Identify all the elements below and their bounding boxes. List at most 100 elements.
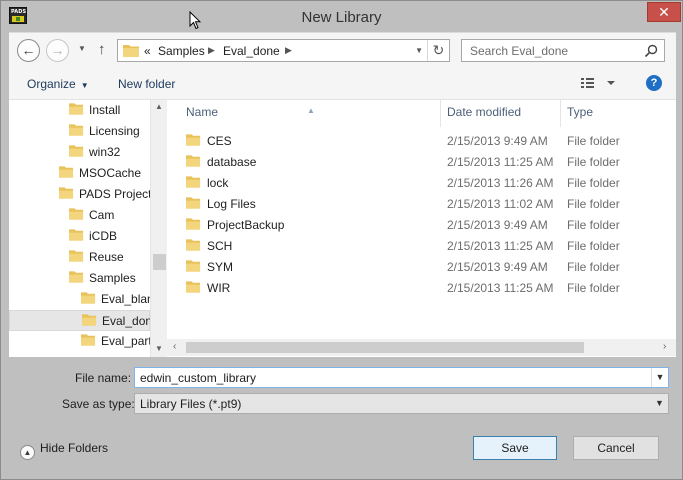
folder-icon bbox=[69, 228, 84, 242]
tree-item[interactable]: Eval_parti bbox=[9, 331, 150, 352]
folder-icon bbox=[69, 249, 84, 263]
folder-icon bbox=[81, 333, 96, 347]
address-bar[interactable]: « Samples ▶ Eval_done ▶ ▼ ↻ bbox=[117, 39, 450, 62]
tree-item[interactable]: PADS Project bbox=[9, 184, 150, 205]
file-list-horizontal-scrollbar[interactable]: ‹ › bbox=[167, 339, 676, 356]
file-name-value: edwin_custom_library bbox=[140, 371, 257, 385]
scrollbar-thumb[interactable] bbox=[153, 254, 166, 270]
tree-item[interactable]: Cam bbox=[9, 205, 150, 226]
tree-item-label: Cam bbox=[89, 208, 115, 222]
tree-item[interactable]: Install bbox=[9, 100, 150, 121]
up-button[interactable]: ↑ bbox=[98, 41, 106, 58]
chevron-right-icon[interactable]: ▶ bbox=[208, 45, 215, 56]
folder-icon bbox=[69, 102, 84, 116]
column-header-name[interactable]: Name ▲ bbox=[167, 100, 440, 127]
column-header-type[interactable]: Type bbox=[548, 100, 676, 127]
tree-item[interactable]: MSOCache bbox=[9, 163, 150, 184]
close-button[interactable]: ✕ bbox=[647, 2, 681, 22]
chevron-right-icon[interactable]: ▶ bbox=[285, 45, 292, 56]
column-name-label: Name bbox=[186, 105, 219, 119]
tree-item[interactable]: Eval_blan bbox=[9, 289, 150, 310]
sort-ascending-icon: ▲ bbox=[307, 106, 315, 115]
tree-item-label: Eval_blan bbox=[101, 292, 150, 306]
search-input[interactable]: Search Eval_done bbox=[461, 39, 665, 62]
file-row[interactable]: database 2/15/2013 11:25 AM File folder bbox=[167, 152, 676, 173]
recent-locations-chevron-icon[interactable]: ▼ bbox=[78, 44, 86, 53]
scrollbar-thumb[interactable] bbox=[186, 342, 584, 353]
file-row[interactable]: Log Files 2/15/2013 11:02 AM File folder bbox=[167, 194, 676, 215]
tree-item-label: Install bbox=[89, 103, 121, 117]
folder-icon bbox=[69, 144, 84, 158]
file-name-field[interactable]: edwin_custom_library ▼ bbox=[134, 367, 669, 388]
tree-item[interactable]: iCDB bbox=[9, 226, 150, 247]
file-name-cell: ProjectBackup bbox=[186, 215, 284, 236]
file-type-cell: File folder bbox=[567, 197, 620, 211]
save-as-type-select[interactable]: Library Files (*.pt9) ▼ bbox=[134, 393, 669, 414]
file-type-cell: File folder bbox=[567, 260, 620, 274]
new-folder-button[interactable]: New folder bbox=[118, 77, 175, 91]
back-button[interactable]: ← bbox=[17, 39, 40, 62]
hide-folders-button[interactable]: ▲ Hide Folders bbox=[20, 441, 108, 460]
navigation-pane-scrollbar[interactable]: ▲ ▼ bbox=[150, 100, 167, 357]
scroll-up-icon[interactable]: ▲ bbox=[155, 102, 163, 111]
tree-item[interactable]: Reuse bbox=[9, 247, 150, 268]
folder-icon bbox=[69, 123, 84, 137]
file-type-cell: File folder bbox=[567, 176, 620, 190]
folder-icon bbox=[186, 280, 201, 294]
search-icon[interactable] bbox=[644, 44, 658, 58]
forward-button[interactable]: → bbox=[46, 39, 69, 62]
folder-icon bbox=[186, 154, 201, 168]
cancel-button[interactable]: Cancel bbox=[573, 436, 659, 460]
file-date-cell: 2/15/2013 9:49 AM bbox=[447, 260, 548, 274]
file-name-text: SYM bbox=[207, 260, 234, 274]
chevron-up-icon: ▲ bbox=[20, 445, 35, 460]
hide-folders-label: Hide Folders bbox=[40, 441, 109, 455]
breadcrumb-overflow[interactable]: « bbox=[144, 44, 151, 58]
file-row[interactable]: ProjectBackup 2/15/2013 9:49 AM File folde… bbox=[167, 215, 676, 236]
chevron-down-icon[interactable]: ▼ bbox=[651, 394, 668, 413]
column-header-date[interactable]: Date modified bbox=[428, 100, 568, 127]
file-row[interactable]: lock 2/15/2013 11:26 AM File folder bbox=[167, 173, 676, 194]
change-view-icon[interactable] bbox=[581, 75, 621, 91]
folder-icon bbox=[59, 186, 74, 200]
file-name-text: database bbox=[207, 155, 257, 169]
file-list[interactable]: Name ▲ Date modified Type ‹ › CES 2/15/20… bbox=[167, 100, 676, 357]
file-name-cell: database bbox=[186, 152, 256, 173]
refresh-button[interactable]: ↻ bbox=[427, 40, 449, 61]
navigation-bar: ← → ▼ ↑ « Samples ▶ Eval_done ▶ ▼ ↻ Sear… bbox=[9, 32, 676, 66]
save-button[interactable]: Save bbox=[473, 436, 557, 460]
navigation-pane[interactable]: Install Licensing win32 MSOCache PADS Projec… bbox=[9, 100, 150, 357]
scroll-left-icon[interactable]: ‹ bbox=[173, 341, 176, 352]
chevron-down-icon[interactable]: ▼ bbox=[651, 368, 668, 387]
breadcrumb-eval-done[interactable]: Eval_done bbox=[223, 44, 280, 58]
tree-item-label: iCDB bbox=[89, 229, 118, 243]
file-type-cell: File folder bbox=[567, 239, 620, 253]
file-date-cell: 2/15/2013 11:26 AM bbox=[447, 176, 554, 190]
breadcrumb-samples[interactable]: Samples bbox=[158, 44, 205, 58]
file-row[interactable]: SCH 2/15/2013 11:25 AM File folder bbox=[167, 236, 676, 257]
folder-icon bbox=[186, 238, 201, 252]
tree-item[interactable]: Licensing bbox=[9, 121, 150, 142]
file-row[interactable]: CES 2/15/2013 9:49 AM File folder bbox=[167, 131, 676, 152]
tree-item-label: Eval_done bbox=[102, 314, 150, 328]
file-date-cell: 2/15/2013 11:25 AM bbox=[447, 155, 554, 169]
organize-label: Organize bbox=[27, 77, 76, 91]
file-type-cell: File folder bbox=[567, 155, 620, 169]
organize-button[interactable]: Organize ▼ bbox=[27, 77, 89, 91]
file-row[interactable]: WIR 2/15/2013 11:25 AM File folder bbox=[167, 278, 676, 299]
scroll-down-icon[interactable]: ▼ bbox=[155, 344, 163, 353]
tree-item[interactable]: win32 bbox=[9, 142, 150, 163]
scroll-right-icon[interactable]: › bbox=[663, 341, 666, 352]
folder-icon bbox=[123, 45, 139, 57]
file-row[interactable]: SYM 2/15/2013 9:49 AM File folder bbox=[167, 257, 676, 278]
tree-item[interactable]: Eval_done bbox=[9, 310, 150, 331]
command-bar: Organize ▼ New folder ? bbox=[9, 66, 676, 100]
help-button[interactable]: ? bbox=[646, 75, 662, 91]
folder-icon bbox=[186, 133, 201, 147]
tree-item[interactable]: Samples bbox=[9, 268, 150, 289]
file-name-cell: SCH bbox=[186, 236, 232, 257]
folder-icon bbox=[186, 175, 201, 189]
file-name-cell: lock bbox=[186, 173, 228, 194]
address-dropdown-chevron-icon[interactable]: ▼ bbox=[415, 46, 423, 55]
file-name-text: ProjectBackup bbox=[207, 218, 285, 232]
